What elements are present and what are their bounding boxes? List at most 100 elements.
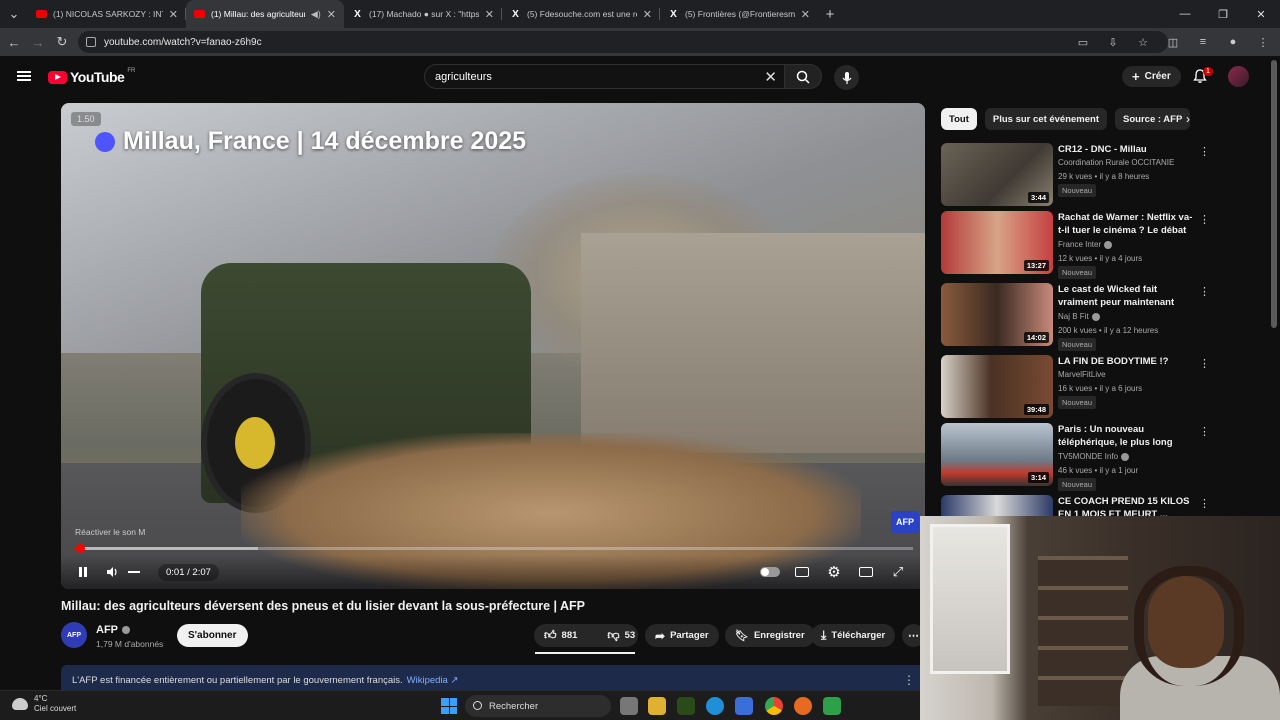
scrubber-handle[interactable] — [75, 544, 85, 553]
clear-search-icon[interactable]: ✕ — [764, 68, 777, 86]
tab-title: (5) Fdesouche.com est une revu — [527, 9, 637, 19]
speaker-icon[interactable]: ◀) — [311, 9, 321, 20]
volume-slider[interactable] — [128, 571, 140, 573]
browser-tab[interactable]: X (5) Fdesouche.com est une revu ✕ — [502, 0, 660, 28]
download-button[interactable]: ⤓ Télécharger — [811, 624, 896, 647]
share-button[interactable]: ➦ Partager — [645, 624, 719, 647]
fullscreen-button[interactable]: ⤢ — [883, 557, 913, 587]
search-input[interactable]: agriculteurs ✕ — [424, 64, 788, 89]
video-thumbnail[interactable]: 14:02 — [941, 283, 1053, 346]
close-window-icon[interactable]: ✕ — [1242, 0, 1280, 28]
maximize-icon[interactable]: ❐ — [1204, 0, 1242, 28]
duration-badge: 13:27 — [1023, 260, 1049, 271]
close-tab-icon[interactable]: ✕ — [643, 8, 652, 21]
dislike-button[interactable]: 👎︎ 53 — [597, 624, 645, 647]
miniplayer-button[interactable] — [851, 557, 881, 587]
volume-button[interactable] — [98, 557, 128, 587]
store-icon[interactable] — [735, 697, 753, 715]
account-avatar[interactable] — [1228, 66, 1249, 87]
kebab-menu-icon[interactable]: ⋮ — [1199, 425, 1210, 438]
video-thumbnail[interactable]: 13:27 — [941, 211, 1053, 274]
chrome-icon[interactable] — [765, 697, 783, 715]
kebab-menu-icon[interactable]: ⋮ — [1199, 357, 1210, 370]
tab-search-button[interactable]: ⌄ — [0, 0, 28, 28]
kebab-menu-icon[interactable]: ⋮ — [1199, 213, 1210, 226]
video-thumbnail[interactable]: 39:48 — [941, 355, 1053, 418]
recommendation-item[interactable]: 3:44 CR12 - DNC - Millau Coordination Ru… — [941, 143, 1261, 209]
firefox-icon[interactable] — [794, 697, 812, 715]
autoplay-toggle[interactable] — [755, 557, 785, 587]
recommendation-item[interactable]: 14:02 Le cast de Wicked fait vraiment pe… — [941, 283, 1261, 351]
filter-chips: Tout Plus sur cet événement Source : AFP — [941, 108, 1191, 130]
progress-bar[interactable] — [73, 544, 913, 553]
taskbar-search[interactable]: Rechercher — [465, 695, 611, 717]
like-button[interactable]: 👍︎ 881 — [534, 624, 587, 647]
extensions-icon[interactable]: ◫ — [1162, 36, 1184, 49]
close-tab-icon[interactable]: ✕ — [169, 8, 178, 21]
subtitles-button[interactable] — [787, 557, 817, 587]
youtube-logo[interactable]: YouTube FR — [48, 68, 135, 85]
profile-icon[interactable]: ● — [1222, 36, 1244, 48]
channel-name-row[interactable]: AFP — [96, 624, 130, 636]
video-thumbnail[interactable]: 3:44 — [941, 143, 1053, 206]
chip-source[interactable]: Source : AFP — [1115, 108, 1191, 130]
duration-badge: 14:02 — [1023, 332, 1049, 343]
minimize-icon[interactable]: — — [1166, 0, 1204, 28]
video-thumbnail[interactable]: 3:14 — [941, 423, 1053, 486]
kebab-menu-icon[interactable]: ⋮ — [1199, 285, 1210, 298]
recommendation-item[interactable]: 3:14 Paris : Un nouveau téléphérique, le… — [941, 423, 1261, 491]
start-button[interactable] — [441, 698, 457, 714]
channel-avatar[interactable]: AFP — [61, 622, 87, 648]
file-explorer-icon[interactable] — [648, 697, 666, 715]
save-label: Enregistrer — [753, 630, 805, 641]
app-icon[interactable] — [823, 697, 841, 715]
bookmark-star-icon[interactable]: ☆ — [1132, 36, 1154, 49]
wikipedia-link[interactable]: Wikipedia ↗ — [407, 675, 459, 686]
new-tab-button[interactable]: + — [818, 0, 842, 28]
nvidia-icon[interactable] — [677, 697, 695, 715]
recommendation-title: LA FIN DE BODYTIME !? — [1058, 356, 1169, 367]
install-icon[interactable]: ⇩ — [1102, 36, 1124, 49]
browser-tab[interactable]: (1) NICOLAS SARKOZY : INTERV ✕ — [28, 0, 186, 28]
hamburger-menu-icon[interactable] — [17, 71, 31, 81]
close-tab-icon[interactable]: ✕ — [801, 8, 810, 21]
chip-event[interactable]: Plus sur cet événement — [984, 108, 1108, 130]
address-bar[interactable]: youtube.com/watch?v=fanao-z6h9c — [78, 31, 1168, 53]
site-info-icon[interactable] — [86, 37, 96, 47]
close-tab-icon[interactable]: ✕ — [485, 8, 494, 21]
recommendation-item[interactable]: 13:27 Rachat de Warner : Netflix va-t-il… — [941, 211, 1261, 279]
chip-all[interactable]: Tout — [941, 108, 977, 130]
recommendation-item[interactable]: 39:48 LA FIN DE BODYTIME !? MarvelFitLiv… — [941, 355, 1261, 421]
forward-icon[interactable]: → — [26, 28, 50, 56]
browser-tab[interactable]: X (5) Frontières (@Frontieresmed ✕ — [660, 0, 818, 28]
browser-tab[interactable]: X (17) Machado ● sur X : "https: ✕ — [344, 0, 502, 28]
kebab-menu-icon[interactable]: ⋮ — [1199, 497, 1210, 510]
cast-icon[interactable]: ▭ — [1072, 36, 1094, 49]
bookmark-icon: 🔖︎ — [735, 630, 749, 642]
back-icon[interactable]: ← — [2, 28, 26, 56]
voice-search-button[interactable] — [834, 65, 859, 90]
recommendation-meta: 16 k vues • il y a 6 jours — [1058, 384, 1143, 393]
subscribe-button[interactable]: S'abonner — [177, 624, 248, 647]
task-view-icon[interactable] — [620, 697, 638, 715]
settings-button[interactable]: ⚙ — [819, 557, 849, 587]
recommendation-channel: Naj B Fit — [1058, 312, 1089, 321]
weather-widget[interactable]: 4°C Ciel couvert — [12, 694, 76, 714]
search-button[interactable] — [784, 64, 822, 89]
video-player[interactable]: 1.50 Millau, France | 14 décembre 2025 A… — [61, 103, 925, 589]
pause-button[interactable] — [68, 557, 98, 587]
close-tab-icon[interactable]: ✕ — [327, 8, 336, 21]
tab-title: (5) Frontières (@Frontieresmed — [685, 9, 795, 19]
create-button[interactable]: + Créer — [1122, 66, 1181, 87]
menu-icon[interactable]: ⋮ — [1252, 36, 1274, 49]
save-button[interactable]: 🔖︎ Enregistrer — [725, 624, 815, 647]
reading-list-icon[interactable]: ≡ — [1192, 36, 1214, 48]
kebab-menu-icon[interactable]: ⋮ — [903, 673, 915, 687]
kebab-menu-icon[interactable]: ⋮ — [1199, 145, 1210, 158]
reload-icon[interactable]: ↻ — [50, 28, 74, 56]
edge-icon[interactable] — [706, 697, 724, 715]
page-scrollbar[interactable] — [1271, 60, 1277, 328]
chevron-right-icon[interactable]: › — [1186, 112, 1190, 126]
afp-watermark: AFP — [891, 511, 919, 533]
browser-tab-active[interactable]: (1) Millau: des agriculteurs ◀) ✕ — [186, 0, 344, 28]
